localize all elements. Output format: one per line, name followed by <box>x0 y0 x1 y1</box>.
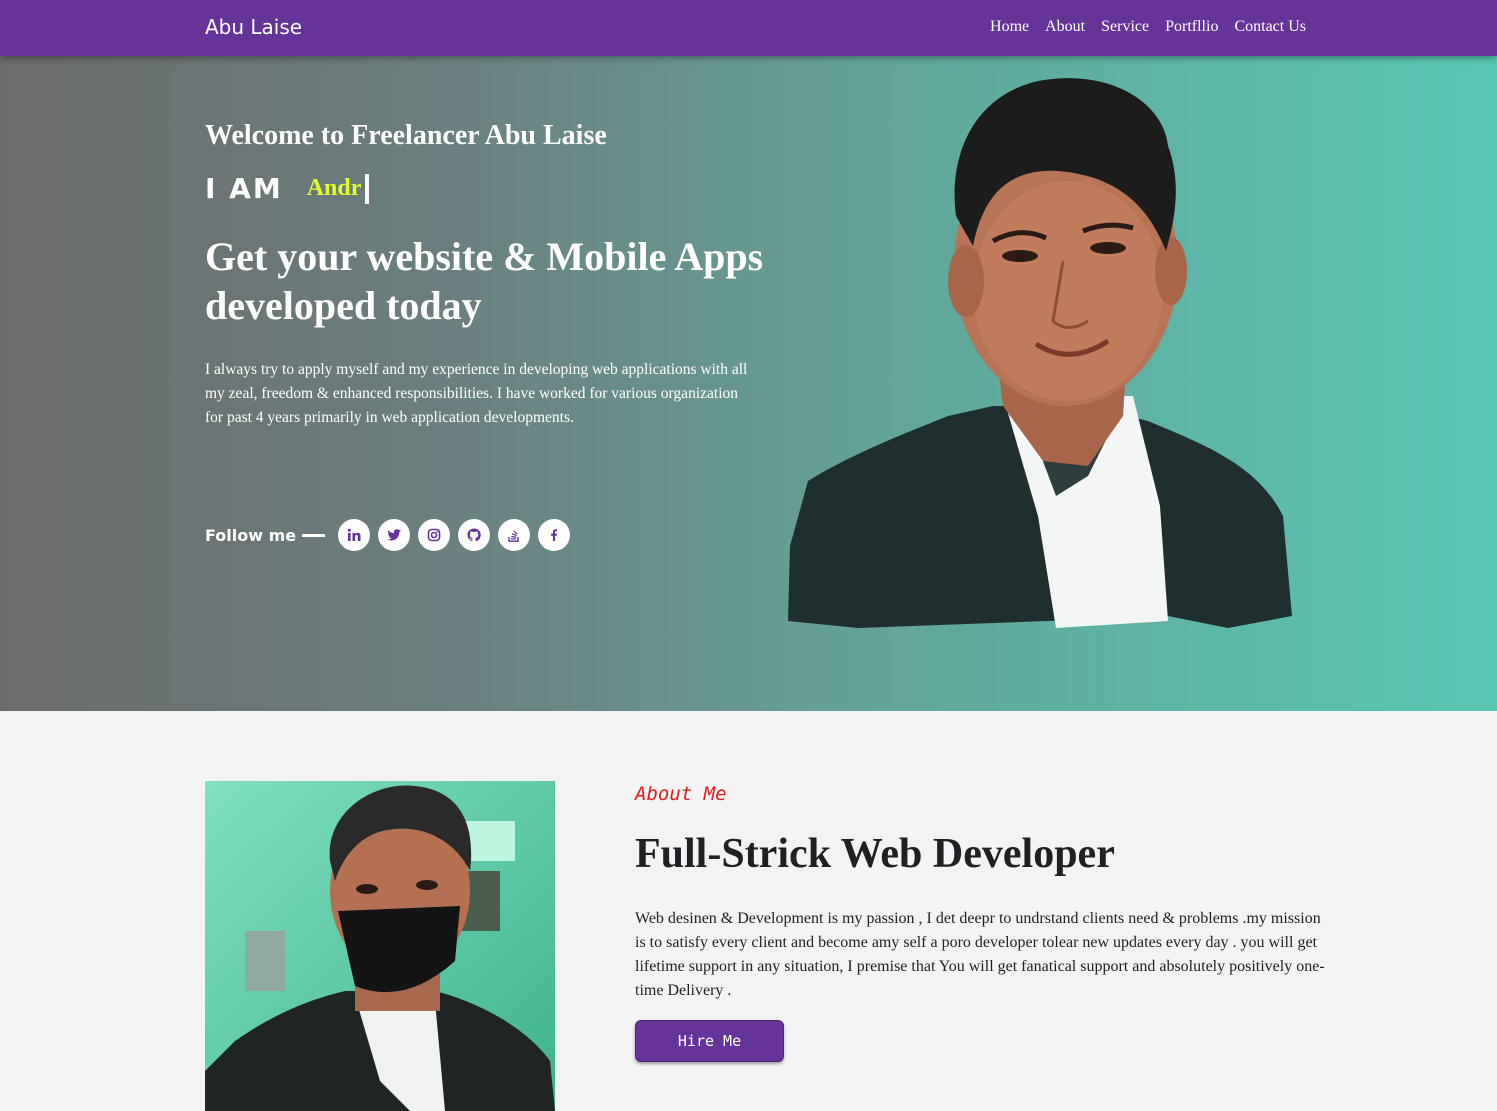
about-portrait-image <box>205 781 555 1111</box>
nav-links: Home About Service Portfllio Contact Us <box>990 18 1306 36</box>
social-links <box>338 519 571 551</box>
about-tag: About Me <box>635 783 727 805</box>
hero-portrait-image <box>788 78 1292 628</box>
stackoverflow-icon[interactable] <box>498 519 531 551</box>
typed-role: Andr <box>306 175 362 201</box>
hero-headline: Get your website & Mobile Apps developed… <box>205 234 764 328</box>
iam-label: I AM <box>205 172 283 205</box>
follow-dash <box>302 533 326 537</box>
linkedin-icon[interactable] <box>338 519 371 551</box>
brand-logo[interactable]: Abu Laise <box>205 15 302 39</box>
typing-caret <box>365 173 370 204</box>
hero-description: I always try to apply myself and my expe… <box>205 361 748 426</box>
follow-label: Follow me <box>205 525 297 545</box>
typed-role-line: I AM Andr <box>205 172 370 205</box>
instagram-icon[interactable] <box>418 519 451 551</box>
nav-contact[interactable]: Contact Us <box>1234 18 1306 36</box>
nav-portfolio[interactable]: Portfllio <box>1165 18 1218 36</box>
facebook-icon[interactable] <box>538 519 571 551</box>
nav-home[interactable]: Home <box>990 18 1029 36</box>
github-icon[interactable] <box>458 519 491 551</box>
nav-service[interactable]: Service <box>1101 18 1149 36</box>
hero-section: Welcome to Freelancer Abu Laise I AM And… <box>0 56 1497 711</box>
about-title: Full-Strick Web Developer <box>635 831 1115 877</box>
twitter-icon[interactable] <box>378 519 411 551</box>
follow-me: Follow me <box>205 519 571 551</box>
navbar: Abu Laise Home About Service Portfllio C… <box>0 0 1497 56</box>
hire-me-button[interactable]: Hire Me <box>635 1020 784 1062</box>
about-description: Web desinen & Development is my passion … <box>635 910 1325 999</box>
nav-about[interactable]: About <box>1045 18 1085 36</box>
hero-welcome: Welcome to Freelancer Abu Laise <box>205 120 607 151</box>
